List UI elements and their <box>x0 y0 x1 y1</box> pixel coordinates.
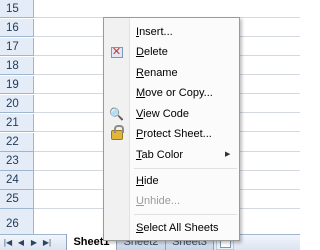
menu-item-label: Insert... <box>136 26 173 38</box>
menu-item-label: Select All Sheets <box>136 222 219 234</box>
menu-item-label: Tab Color <box>136 149 184 161</box>
menu-item-label: Hide <box>136 175 159 187</box>
menu-item-label: View Code <box>136 108 189 120</box>
menu-item-hide[interactable]: Hide <box>104 171 239 191</box>
next-sheet-icon[interactable]: ▶ <box>28 237 40 248</box>
menu-item-protect-sheet[interactable]: Protect Sheet... <box>104 124 239 144</box>
row-header[interactable]: 22 <box>0 133 34 152</box>
menu-item-rename[interactable]: Rename <box>104 63 239 83</box>
delete-sheet-icon: ✕ <box>110 46 123 58</box>
menu-separator <box>134 214 237 215</box>
grid-row[interactable]: 15 <box>0 0 300 18</box>
row-header[interactable]: 19 <box>0 76 34 94</box>
menu-item-insert[interactable]: Insert... <box>104 22 239 42</box>
prev-sheet-icon[interactable]: ◀ <box>15 237 27 248</box>
sheet-tab-context-menu: Insert... ✕ Delete Rename Move or Copy..… <box>103 17 240 241</box>
menu-item-label: Delete <box>136 46 168 58</box>
menu-item-label: Unhide... <box>136 195 181 207</box>
row-header[interactable]: 25 <box>0 190 34 209</box>
row-header[interactable]: 15 <box>0 0 34 18</box>
row-header[interactable]: 17 <box>0 38 34 56</box>
menu-separator <box>134 168 237 169</box>
menu-item-view-code[interactable]: 🔍 View Code <box>104 104 239 124</box>
view-code-icon: 🔍 <box>109 107 124 121</box>
row-header[interactable]: 26 <box>0 209 34 234</box>
row-header[interactable]: 20 <box>0 95 34 113</box>
row-header[interactable]: 24 <box>0 171 34 190</box>
menu-item-move-or-copy[interactable]: Move or Copy... <box>104 83 239 103</box>
first-sheet-icon[interactable]: |◀ <box>2 237 14 248</box>
menu-item-delete[interactable]: ✕ Delete <box>104 42 239 62</box>
menu-item-tab-color[interactable]: Tab Color ▶ <box>104 145 239 165</box>
menu-item-label: Protect Sheet... <box>136 128 212 140</box>
menu-item-unhide: Unhide... <box>104 191 239 211</box>
row-header[interactable]: 21 <box>0 114 34 132</box>
menu-item-label: Rename <box>136 67 178 79</box>
excel-window: 15 16 17 18 19 20 21 22 23 24 25 26 |◀ ◀… <box>0 0 300 250</box>
submenu-arrow-icon: ▶ <box>225 151 231 158</box>
menu-item-label: Move or Copy... <box>136 87 213 99</box>
menu-item-select-all-sheets[interactable]: Select All Sheets <box>104 218 239 238</box>
protect-sheet-icon <box>108 125 125 142</box>
row-header[interactable]: 16 <box>0 19 34 37</box>
row-header[interactable]: 18 <box>0 57 34 75</box>
last-sheet-icon[interactable]: ▶| <box>41 237 53 248</box>
row-header[interactable]: 23 <box>0 152 34 171</box>
